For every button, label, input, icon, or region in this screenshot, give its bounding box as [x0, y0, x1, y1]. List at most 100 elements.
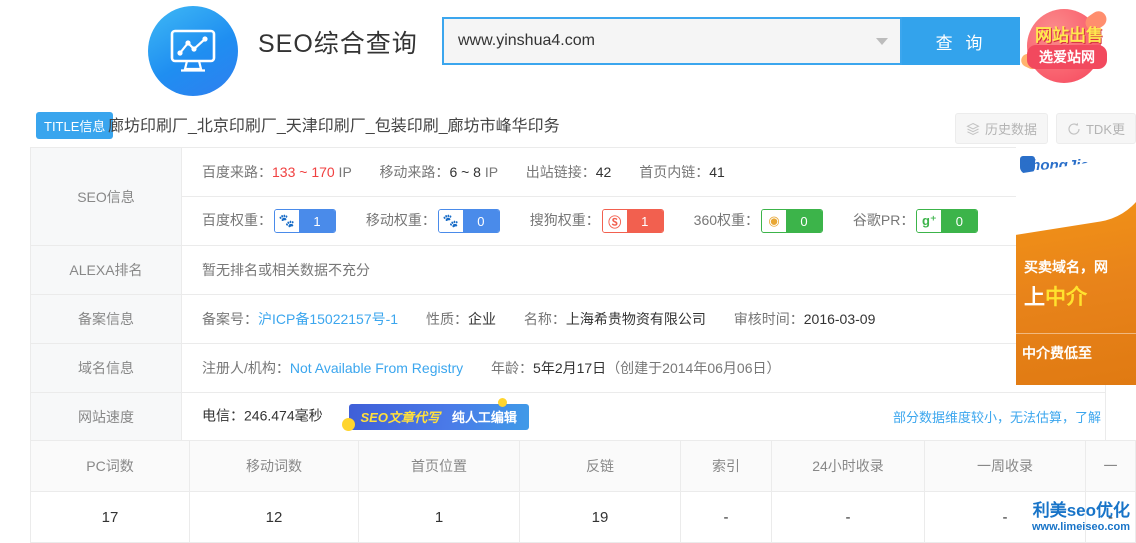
icp-name-value: 上海希贵物资有限公司 [565, 311, 706, 327]
mobile-weight: 移动权重： 🐾 0 [365, 209, 506, 233]
site-logo-icon [148, 6, 238, 96]
side-ad-line-2a: 上 [1024, 286, 1045, 309]
refresh-icon [1068, 122, 1080, 135]
sogou-weight-key: 搜狗权重： [529, 211, 600, 228]
domain-registrar-link[interactable]: Not Available From Registry [290, 360, 463, 376]
search-box[interactable] [442, 17, 902, 65]
icp-row: 备案信息 备案号：沪ICP备15022157号-1 性质：企业 名称：上海希贵物… [30, 294, 1106, 344]
chevron-down-icon[interactable] [876, 38, 888, 45]
title-tool-buttons: 历史数据 TDK更 [954, 113, 1136, 144]
tdk-update-label: TDK更 [1085, 122, 1125, 137]
icp-name-key: 名称： [523, 311, 566, 327]
cell-backlinks: 19 [519, 491, 681, 543]
baidu-traffic: 百度来路：133 ~ 170 IP [202, 164, 355, 180]
side-ad-line-2: 上中介 [1024, 281, 1087, 311]
col-home-position: 首页位置 [358, 440, 520, 492]
side-ad-line-2b: 中介 [1045, 286, 1087, 309]
site-title-text: 廊坊印刷厂_北京印刷厂_天津印刷厂_包装印刷_廊坊市峰华印务 [108, 118, 560, 135]
search-button[interactable]: 查 询 [902, 17, 1020, 65]
ad-line-2: 选爱站网 [1027, 45, 1107, 69]
sogou-s-icon: Ⓢ [602, 210, 627, 232]
col-index: 索引 [680, 440, 772, 492]
seo-info-row-traffic: SEO信息 百度来路：133 ~ 170 IP 移动来路：6 ~ 8 IP 出站… [30, 147, 1106, 246]
mobile-traffic-key: 移动来路： [379, 164, 450, 180]
mobile-weight-value: 0 [462, 210, 499, 232]
icp-audit: 审核时间：2016-03-09 [734, 311, 876, 327]
page-title: SEO综合查询 [258, 30, 418, 58]
icp-audit-value: 2016-03-09 [803, 311, 876, 327]
domain-registrar-key: 注册人/机构： [202, 360, 290, 376]
ad-dot-top [497, 398, 507, 407]
title-row: TITLE信息 廊坊印刷厂_北京印刷厂_天津印刷厂_包装印刷_廊坊市峰华印务 历… [0, 108, 1136, 144]
outbound-links: 出站链接：42 [526, 164, 615, 180]
sogou-weight-badge[interactable]: Ⓢ 1 [601, 209, 664, 233]
icp-nature-value: 企业 [467, 311, 496, 327]
data-notice-link[interactable]: 部分数据维度较小，无法估算，了解 [893, 407, 1101, 426]
col-backlinks: 反链 [519, 440, 681, 492]
google-pr-key: 谷歌PR： [852, 211, 915, 228]
google-pr: 谷歌PR： g⁺ 0 [852, 209, 980, 233]
ad-dot-left [341, 418, 355, 431]
cell-index: - [680, 491, 772, 543]
seo-writing-ad[interactable]: SEO文章代写 纯人工编辑 [341, 398, 529, 431]
icp-audit-key: 审核时间： [733, 311, 804, 327]
outbound-links-value: 42 [595, 164, 612, 180]
side-ad-divider [1016, 333, 1136, 334]
cell-mobile-words: 12 [189, 491, 359, 543]
seo-info-table: SEO信息 百度来路：133 ~ 170 IP 移动来路：6 ~ 8 IP 出站… [30, 147, 1106, 442]
search-input[interactable] [444, 19, 864, 63]
table-row: 17 12 1 19 - - - - [30, 491, 1136, 543]
zhongjie-side-ad[interactable]: ZhongJie.com 买卖域名，网 上中介 中介费低至 [1016, 147, 1136, 385]
mobile-weight-badge[interactable]: 🐾 0 [437, 209, 500, 233]
domain-row: 域名信息 注册人/机构：Not Available From Registry … [30, 343, 1106, 393]
speed-label: 网站速度 [30, 392, 182, 442]
icp-number-link[interactable]: 沪ICP备15022157号-1 [258, 311, 398, 327]
col-week-indexed: 一周收录 [924, 440, 1086, 492]
icp-label: 备案信息 [30, 294, 182, 344]
col-24h-indexed: 24小时收录 [771, 440, 925, 492]
seo-writing-ad-yellow: SEO文章代写 [360, 410, 440, 425]
cell-24h-indexed: - [771, 491, 925, 543]
alexa-value: 暂无排名或相关数据不充分 [181, 245, 1106, 295]
google-pr-badge[interactable]: g⁺ 0 [916, 209, 979, 233]
sogou-weight: 搜狗权重： Ⓢ 1 [529, 209, 670, 233]
cell-week-indexed: - [924, 491, 1086, 543]
domain-age-value: 5年2月17日 [533, 360, 607, 376]
baidu-weight: 百度权重： 🐾 1 [202, 209, 342, 233]
icp-name: 名称：上海希贵物资有限公司 [524, 311, 706, 327]
baidu-weight-key: 百度权重： [202, 211, 272, 228]
speed-row: 网站速度 电信：246.474毫秒 SEO文章代写 纯人工编辑 部分数据维度较小… [30, 392, 1106, 442]
side-ad-line-1: 买卖域名，网 [1024, 259, 1108, 275]
mobile-weight-key: 移动权重： [365, 211, 436, 228]
baidu-traffic-value: 133 ~ 170 [272, 164, 335, 180]
icp-nature: 性质：企业 [426, 311, 496, 327]
icp-number: 备案号：沪ICP备15022157号-1 [202, 311, 398, 327]
domain-age-note: （创建于2014年06月06日） [606, 360, 781, 376]
keyword-stats-table: PC词数 移动词数 首页位置 反链 索引 24小时收录 一周收录 一 17 12… [30, 440, 1136, 543]
home-inner-links-value: 41 [709, 164, 725, 180]
baidu-mobile-paw-icon: 🐾 [438, 210, 463, 232]
seo-info-label: SEO信息 [30, 147, 182, 246]
sogou-weight-value: 1 [626, 210, 663, 232]
so360-weight: 360权重： ◉ 0 [693, 209, 829, 233]
so360-weight-value: 0 [786, 210, 823, 232]
domain-age: 年龄：5年2月17日（创建于2014年06月06日） [491, 360, 780, 376]
history-data-button[interactable]: 历史数据 [954, 113, 1048, 144]
tdk-update-button[interactable]: TDK更 [1055, 113, 1136, 144]
keyword-table-header-row: PC词数 移动词数 首页位置 反链 索引 24小时收录 一周收录 一 [30, 440, 1136, 492]
side-ad-body: 买卖域名，网 上中介 中介费低至 [1016, 152, 1136, 385]
baidu-weight-badge[interactable]: 🐾 1 [274, 209, 336, 233]
icp-values: 备案号：沪ICP备15022157号-1 性质：企业 名称：上海希贵物资有限公司… [181, 294, 1106, 344]
alexa-row: ALEXA排名 暂无排名或相关数据不充分 [30, 245, 1106, 295]
domain-age-key: 年龄： [491, 360, 534, 376]
baidu-paw-icon: 🐾 [275, 210, 299, 232]
360-o-icon: ◉ [762, 210, 787, 232]
so360-weight-key: 360权重： [693, 211, 760, 228]
seo-writing-ad-white: 纯人工编辑 [451, 410, 517, 425]
site-for-sale-ad[interactable]: 网站出售 选爱站网 [1019, 3, 1127, 87]
alexa-label: ALEXA排名 [30, 245, 182, 295]
seo-weight-values: 百度权重： 🐾 1 移动权重： 🐾 0 搜狗权重： Ⓢ 1 360权重： ◉ 0 谷歌PR： g⁺… [181, 196, 1106, 246]
so360-weight-badge[interactable]: ◉ 0 [761, 209, 824, 233]
col-pc-words: PC词数 [30, 440, 190, 492]
cell-pc-words: 17 [30, 491, 190, 543]
